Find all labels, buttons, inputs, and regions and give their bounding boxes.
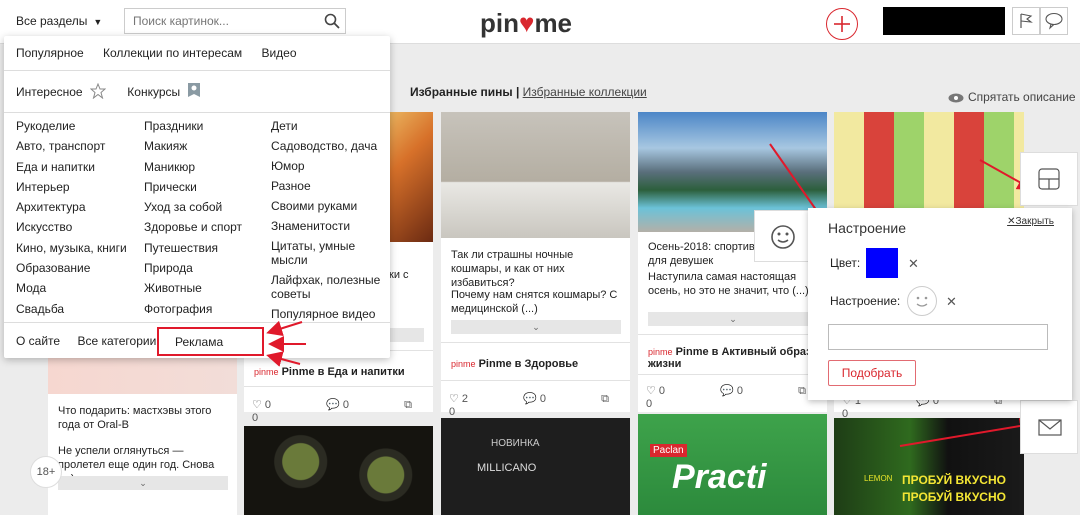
arrow xyxy=(899,418,1036,447)
layout-toggle-button[interactable] xyxy=(1020,152,1078,206)
smiley-icon xyxy=(771,225,795,249)
mood-toggle-button[interactable] xyxy=(754,210,810,262)
mood-panel: Настроение ✕Закрыть Цвет: ✕ Настроение: … xyxy=(808,208,1072,400)
age-rating-badge: 18+ xyxy=(30,456,62,488)
mood-face-icon[interactable] xyxy=(907,286,937,316)
color-swatch[interactable] xyxy=(866,248,898,278)
close-label: Закрыть xyxy=(1015,216,1054,227)
mail-icon xyxy=(1038,419,1062,436)
mood-panel-title: Настроение xyxy=(828,220,907,236)
mood-text-field[interactable] xyxy=(828,324,1048,350)
clear-color-icon[interactable]: ✕ xyxy=(908,256,919,272)
grid-icon xyxy=(1038,168,1060,190)
clear-mood-icon[interactable]: ✕ xyxy=(946,294,957,310)
color-label: Цвет: xyxy=(830,256,861,270)
arrow xyxy=(266,320,303,337)
arrow xyxy=(266,351,301,367)
pick-button[interactable]: Подобрать xyxy=(828,360,916,386)
contact-button[interactable] xyxy=(1020,400,1078,454)
mood-panel-close[interactable]: ✕Закрыть xyxy=(1007,216,1054,227)
mood-label: Настроение: xyxy=(830,294,901,308)
